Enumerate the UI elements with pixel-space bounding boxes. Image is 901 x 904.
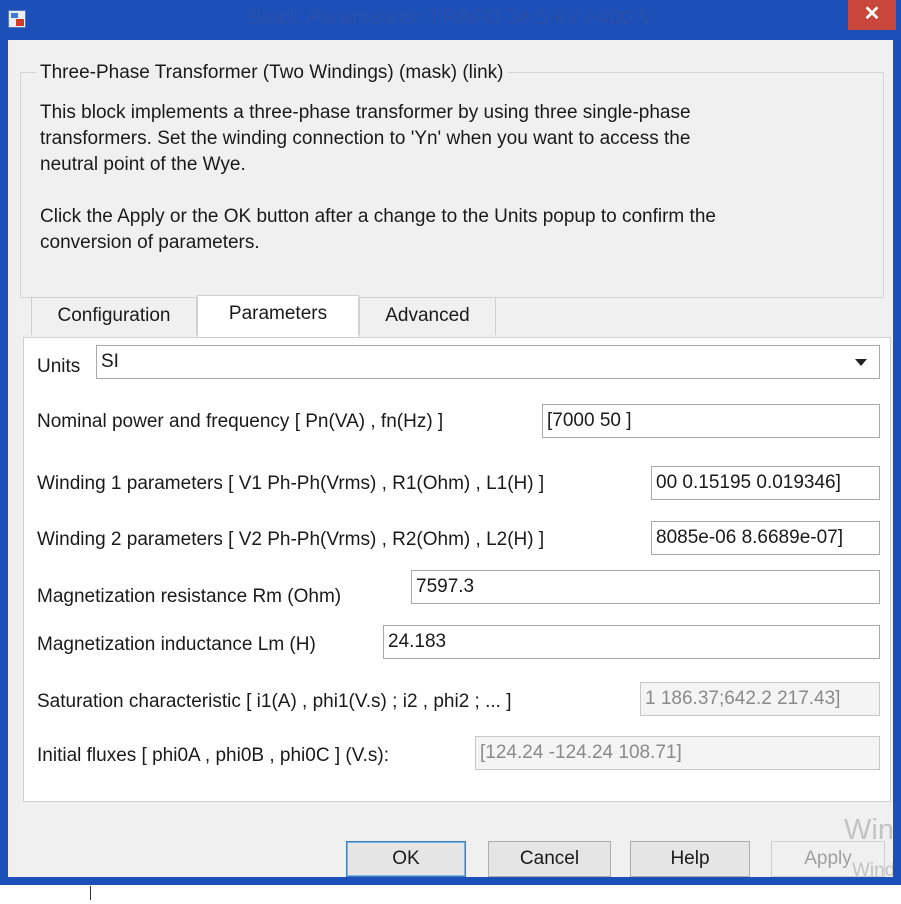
title-bar[interactable]: Block Parameters: TRAFO 34.5 kV / 400 V … xyxy=(0,0,901,40)
initial-fluxes-label: Initial fluxes [ phi0A , phi0B , phi0C ]… xyxy=(37,745,390,766)
tab-advanced[interactable]: Advanced xyxy=(359,297,496,335)
description-line: This block implements a three-phase tran… xyxy=(40,102,691,123)
nominal-power-label: Nominal power and frequency [ Pn(VA) , f… xyxy=(37,411,444,432)
magnetization-inductance-field[interactable]: 24.183 xyxy=(383,625,880,659)
description-line: conversion of parameters. xyxy=(40,232,260,253)
activation-watermark-small: Wind xyxy=(852,860,896,881)
description-paragraph-1: This block implements a three-phase tran… xyxy=(40,100,880,178)
tab-configuration[interactable]: Configuration xyxy=(31,297,197,335)
block-parameters-dialog: Block Parameters: TRAFO 34.5 kV / 400 V … xyxy=(0,0,901,885)
description-line: Click the Apply or the OK button after a… xyxy=(40,206,716,227)
winding2-field[interactable]: 8085e-06 8.6689e-07] xyxy=(651,521,880,555)
initial-fluxes-field: [124.24 -124.24 108.71] xyxy=(475,736,880,770)
help-button[interactable]: Help xyxy=(630,841,750,877)
description-line: neutral point of the Wye. xyxy=(40,154,246,175)
chevron-down-icon xyxy=(855,359,867,366)
magnetization-inductance-label: Magnetization inductance Lm (H) xyxy=(37,634,316,655)
units-label: Units xyxy=(37,356,81,377)
units-value: SI xyxy=(101,351,119,372)
ok-button[interactable]: OK xyxy=(346,841,466,877)
winding1-label: Winding 1 parameters [ V1 Ph-Ph(Vrms) , … xyxy=(37,473,545,494)
cancel-button[interactable]: Cancel xyxy=(488,841,611,877)
mask-title: Three-Phase Transformer (Two Windings) (… xyxy=(36,62,508,84)
winding1-field[interactable]: 00 0.15195 0.019346] xyxy=(651,466,880,500)
units-select[interactable]: SI xyxy=(96,345,880,379)
saturation-field: 1 186.37;642.2 217.43] xyxy=(640,682,880,716)
magnetization-resistance-field[interactable]: 7597.3 xyxy=(411,570,880,604)
window-title: Block Parameters: TRAFO 34.5 kV / 400 V xyxy=(247,6,654,29)
desktop-edge-mark xyxy=(90,886,91,900)
tab-parameters[interactable]: Parameters xyxy=(197,295,359,337)
nominal-power-field[interactable]: [7000 50 ] xyxy=(542,404,880,438)
window-border xyxy=(893,40,901,885)
saturation-label: Saturation characteristic [ i1(A) , phi1… xyxy=(37,691,512,712)
magnetization-resistance-label: Magnetization resistance Rm (Ohm) xyxy=(37,586,342,607)
description-line: transformers. Set the winding connection… xyxy=(40,128,691,149)
close-button[interactable]: ✕ xyxy=(848,0,896,30)
activation-watermark: Win xyxy=(844,814,894,846)
winding2-label: Winding 2 parameters [ V2 Ph-Ph(Vrms) , … xyxy=(37,529,545,550)
mask-description: This block implements a three-phase tran… xyxy=(40,100,880,256)
description-paragraph-2: Click the Apply or the OK button after a… xyxy=(40,204,880,256)
